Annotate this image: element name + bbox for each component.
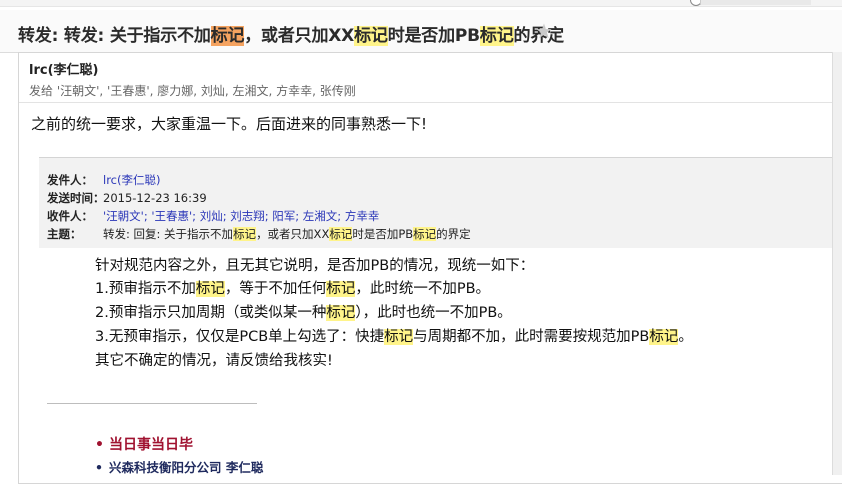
body-line: 其它不确定的情况，请反馈给我核实!	[95, 353, 333, 369]
signature-divider	[47, 403, 257, 404]
search-highlight: 标记	[329, 227, 353, 241]
quoted-time-label: 发送时间：	[47, 191, 105, 205]
body-line: 1.预审指示不加标记，等于不加任何标记，此时统一不加PB。	[95, 277, 490, 298]
subject-text: 转发: 转发: 关于指示不加	[18, 26, 211, 46]
signature-motto: • 当日事当日毕	[95, 434, 193, 454]
quoted-time-value: 2015-12-23 16:39	[103, 191, 207, 205]
quoted-from-link[interactable]: lrc(李仁聪)	[103, 173, 160, 187]
bullet-icon: •	[95, 460, 103, 475]
search-highlight: 标记	[384, 329, 414, 345]
body-text: ），此时也统一不加PB。	[355, 305, 512, 321]
signature-company-text: 兴森科技衡阳分公司 李仁聪	[109, 460, 264, 475]
search-highlight: 标记	[354, 26, 388, 46]
body-text: 。	[678, 329, 693, 345]
bullet-icon: •	[95, 437, 104, 453]
sender-name[interactable]: lrc(李仁聪)	[29, 59, 98, 78]
quoted-subject-text: 时是否加PB	[352, 227, 414, 241]
quoted-subject-row: 主题： 转发: 回复: 关于指示不加标记，或者只加XX标记时是否加PB标记的界定	[47, 226, 471, 242]
quoted-to-row: 收件人： '汪朝文'; '王春惠'; 刘灿; 刘志翔; 阳军; 左湘文; 方幸幸	[47, 208, 379, 224]
quoted-from-label: 发件人：	[47, 173, 93, 187]
quoted-from-row: 发件人： lrc(李仁聪)	[47, 172, 160, 188]
search-highlight: 标记	[233, 227, 257, 241]
body-text: 2.预审指示只加周期（或类似某一种	[95, 305, 327, 321]
toolbar-fragment	[700, 0, 811, 5]
search-highlight: 标记	[649, 329, 679, 345]
quoted-subject-text: 的界定	[436, 227, 471, 241]
message-card: lrc(李仁聪) 发给 '汪朝文', '王春惠', 廖力娜, 刘灿, 左湘文, …	[18, 52, 842, 484]
search-highlight: 标记	[195, 281, 225, 297]
body-text: 与周期都不加，此时需要按规范加PB	[413, 329, 650, 345]
email-subject: 转发: 转发: 关于指示不加标记，或者只加XX标记时是否加PB标记的界定	[18, 21, 564, 46]
body-text: ，此时统一不加PB。	[355, 281, 491, 297]
divider	[19, 102, 842, 103]
body-text: 1.预审指示不加	[95, 281, 196, 297]
body-line: 3.无预审指示，仅仅是PCB单上勾选了：快捷标记与周期都不加，此时需要按规范加P…	[95, 325, 693, 346]
search-highlight: 标记	[326, 305, 356, 321]
vertical-scrollbar[interactable]	[832, 52, 842, 475]
quoted-to-links[interactable]: '汪朝文'; '王春惠'; 刘灿; 刘志翔; 阳军; 左湘文; 方幸幸	[103, 209, 379, 223]
quoted-header: 发件人： lrc(李仁聪) 发送时间：2015-12-23 16:39 收件人： '…	[39, 157, 842, 248]
recipient-list: 发给 '汪朝文', '王春惠', 廖力娜, 刘灿, 左湘文, 方幸幸, 张传刚	[29, 84, 356, 98]
search-highlight-current: 标记	[210, 26, 245, 46]
body-text: ，等于不加任何	[224, 281, 327, 297]
subject-bar: 转发: 转发: 关于指示不加标记，或者只加XX标记时是否加PB标记的界定 ★	[0, 10, 842, 53]
signature-company: • 兴森科技衡阳分公司 李仁聪	[95, 457, 263, 476]
body-line: 针对规范内容之外，且无其它说明，是否加PB的情况，现统一如下：	[95, 258, 535, 274]
message-intro: 之前的统一要求，大家重温一下。后面进来的同事熟悉一下!	[31, 115, 428, 133]
quoted-subject-text: 转发: 回复: 关于指示不加	[103, 227, 234, 241]
subject-text: 时是否加PB	[387, 26, 480, 46]
search-highlight: 标记	[413, 227, 437, 241]
window-top-edge	[0, 0, 842, 7]
body-line: 2.预审指示只加周期（或类似某一种标记），此时也统一不加PB。	[95, 301, 512, 322]
search-highlight: 标记	[479, 26, 514, 46]
search-highlight: 标记	[326, 281, 356, 297]
quoted-subject-text: ，或者只加XX	[256, 227, 330, 241]
body-text: 3.无预审指示，仅仅是PCB单上勾选了：快捷	[95, 329, 385, 345]
quoted-subject-label: 主题：	[47, 227, 82, 241]
quoted-time-row: 发送时间：2015-12-23 16:39	[47, 190, 207, 206]
subject-text: ，或者只加XX	[244, 26, 355, 46]
quoted-to-label: 收件人：	[47, 209, 93, 223]
signature-motto-text: 当日事当日毕	[109, 437, 193, 453]
star-icon[interactable]: ★	[535, 19, 553, 43]
